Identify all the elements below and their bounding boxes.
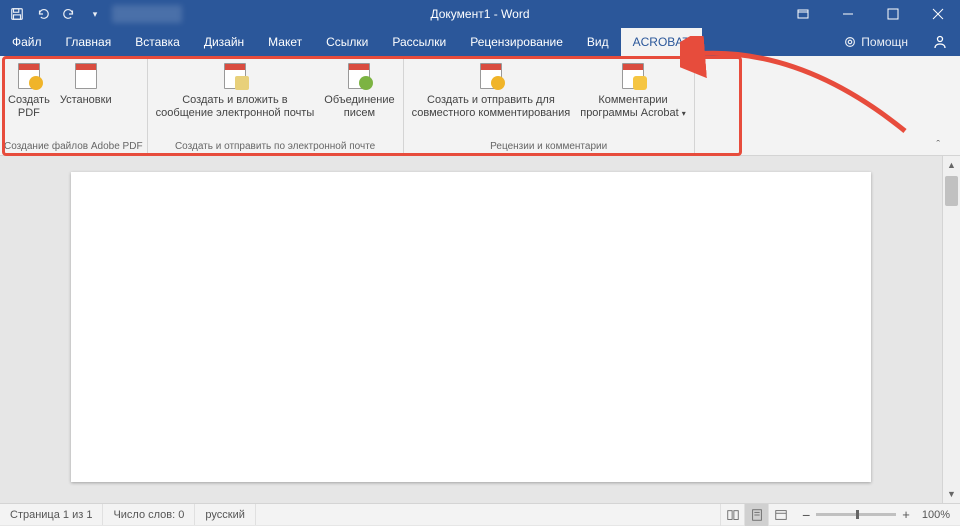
tell-me-search[interactable]: Помощн bbox=[831, 28, 920, 56]
tab-макет[interactable]: Макет bbox=[256, 28, 314, 56]
ribbon-item-label: СоздатьPDF bbox=[8, 94, 50, 120]
undo-button[interactable] bbox=[32, 3, 54, 25]
zoom-slider[interactable] bbox=[816, 513, 896, 516]
pdf-icon bbox=[617, 60, 649, 92]
share-button[interactable] bbox=[920, 28, 960, 56]
tab-файл[interactable]: Файл bbox=[0, 28, 54, 56]
tab-вставка[interactable]: Вставка bbox=[123, 28, 192, 56]
ribbon-item-label: Установки bbox=[60, 94, 112, 107]
save-button[interactable] bbox=[6, 3, 28, 25]
ribbon-options-button[interactable] bbox=[780, 0, 825, 28]
title-bar: ▾ Документ1 - Word bbox=[0, 0, 960, 28]
read-mode-button[interactable] bbox=[720, 504, 744, 526]
scroll-down-button[interactable]: ▼ bbox=[943, 485, 960, 503]
ribbon-item-0-0[interactable]: СоздатьPDF bbox=[4, 58, 54, 122]
ribbon-group-2: Создать и отправить длясовместного комме… bbox=[404, 56, 695, 155]
close-button[interactable] bbox=[915, 0, 960, 28]
tab-рассылки[interactable]: Рассылки bbox=[380, 28, 458, 56]
ribbon-group-1: Создать и вложить всообщение электронной… bbox=[148, 56, 404, 155]
tab-дизайн[interactable]: Дизайн bbox=[192, 28, 256, 56]
minimize-button[interactable] bbox=[825, 0, 870, 28]
redo-button[interactable] bbox=[58, 3, 80, 25]
ribbon-item-1-0[interactable]: Создать и вложить всообщение электронной… bbox=[152, 58, 319, 122]
pdf-icon bbox=[70, 60, 102, 92]
ribbon-group-label: Создать и отправить по электронной почте bbox=[152, 139, 399, 155]
ribbon-item-1-1[interactable]: Объединениеписем bbox=[320, 58, 398, 122]
window-controls bbox=[780, 0, 960, 28]
pdf-icon bbox=[475, 60, 507, 92]
maximize-button[interactable] bbox=[870, 0, 915, 28]
window-title: Документ1 - Word bbox=[430, 7, 529, 21]
tab-вид[interactable]: Вид bbox=[575, 28, 621, 56]
zoom-control: − + 100% bbox=[792, 507, 960, 523]
ribbon-item-label: Объединениеписем bbox=[324, 94, 394, 120]
document-area: ▲ ▼ bbox=[0, 156, 960, 503]
status-bar: Страница 1 из 1 Число слов: 0 русский − … bbox=[0, 503, 960, 525]
tab-ссылки[interactable]: Ссылки bbox=[314, 28, 380, 56]
account-area[interactable] bbox=[112, 5, 182, 23]
scroll-up-button[interactable]: ▲ bbox=[943, 156, 960, 174]
pdf-icon bbox=[219, 60, 251, 92]
zoom-level[interactable]: 100% bbox=[922, 509, 950, 521]
quick-access-toolbar: ▾ bbox=[0, 3, 112, 25]
tab-acrobat[interactable]: ACROBAT bbox=[621, 28, 702, 56]
scroll-thumb[interactable] bbox=[945, 176, 958, 206]
qat-customize-button[interactable]: ▾ bbox=[84, 3, 106, 25]
ribbon-group-label: Рецензии и комментарии bbox=[408, 139, 690, 155]
vertical-scrollbar[interactable]: ▲ ▼ bbox=[942, 156, 960, 503]
ribbon-item-2-1[interactable]: Комментариипрограммы Acrobat ▾ bbox=[576, 58, 690, 122]
web-layout-button[interactable] bbox=[768, 504, 792, 526]
zoom-out-button[interactable]: − bbox=[802, 507, 810, 523]
document-page[interactable] bbox=[71, 172, 871, 482]
ribbon-item-label: Комментариипрограммы Acrobat ▾ bbox=[580, 94, 686, 120]
language-indicator[interactable]: русский bbox=[195, 504, 255, 525]
word-count[interactable]: Число слов: 0 bbox=[103, 504, 195, 525]
ribbon-item-label: Создать и отправить длясовместного комме… bbox=[412, 94, 571, 120]
collapse-ribbon-button[interactable]: ˆ bbox=[936, 139, 940, 151]
print-layout-button[interactable] bbox=[744, 504, 768, 526]
ribbon-tabs: ФайлГлавнаяВставкаДизайнМакетСсылкиРассы… bbox=[0, 28, 960, 56]
ribbon-item-label: Создать и вложить всообщение электронной… bbox=[156, 94, 315, 120]
ribbon-group-0: СоздатьPDF Установки Создание файлов Adobe… bbox=[0, 56, 148, 155]
ribbon: СоздатьPDF Установки Создание файлов Adobe… bbox=[0, 56, 960, 156]
pdf-icon bbox=[13, 60, 45, 92]
ribbon-item-0-1[interactable]: Установки bbox=[56, 58, 116, 109]
zoom-in-button[interactable]: + bbox=[902, 507, 910, 522]
ribbon-group-label: Создание файлов Adobe PDF bbox=[4, 139, 143, 155]
tab-главная[interactable]: Главная bbox=[54, 28, 124, 56]
page-indicator[interactable]: Страница 1 из 1 bbox=[0, 504, 103, 525]
ribbon-item-2-0[interactable]: Создать и отправить длясовместного комме… bbox=[408, 58, 575, 122]
pdf-icon bbox=[343, 60, 375, 92]
tab-рецензирование[interactable]: Рецензирование bbox=[458, 28, 575, 56]
